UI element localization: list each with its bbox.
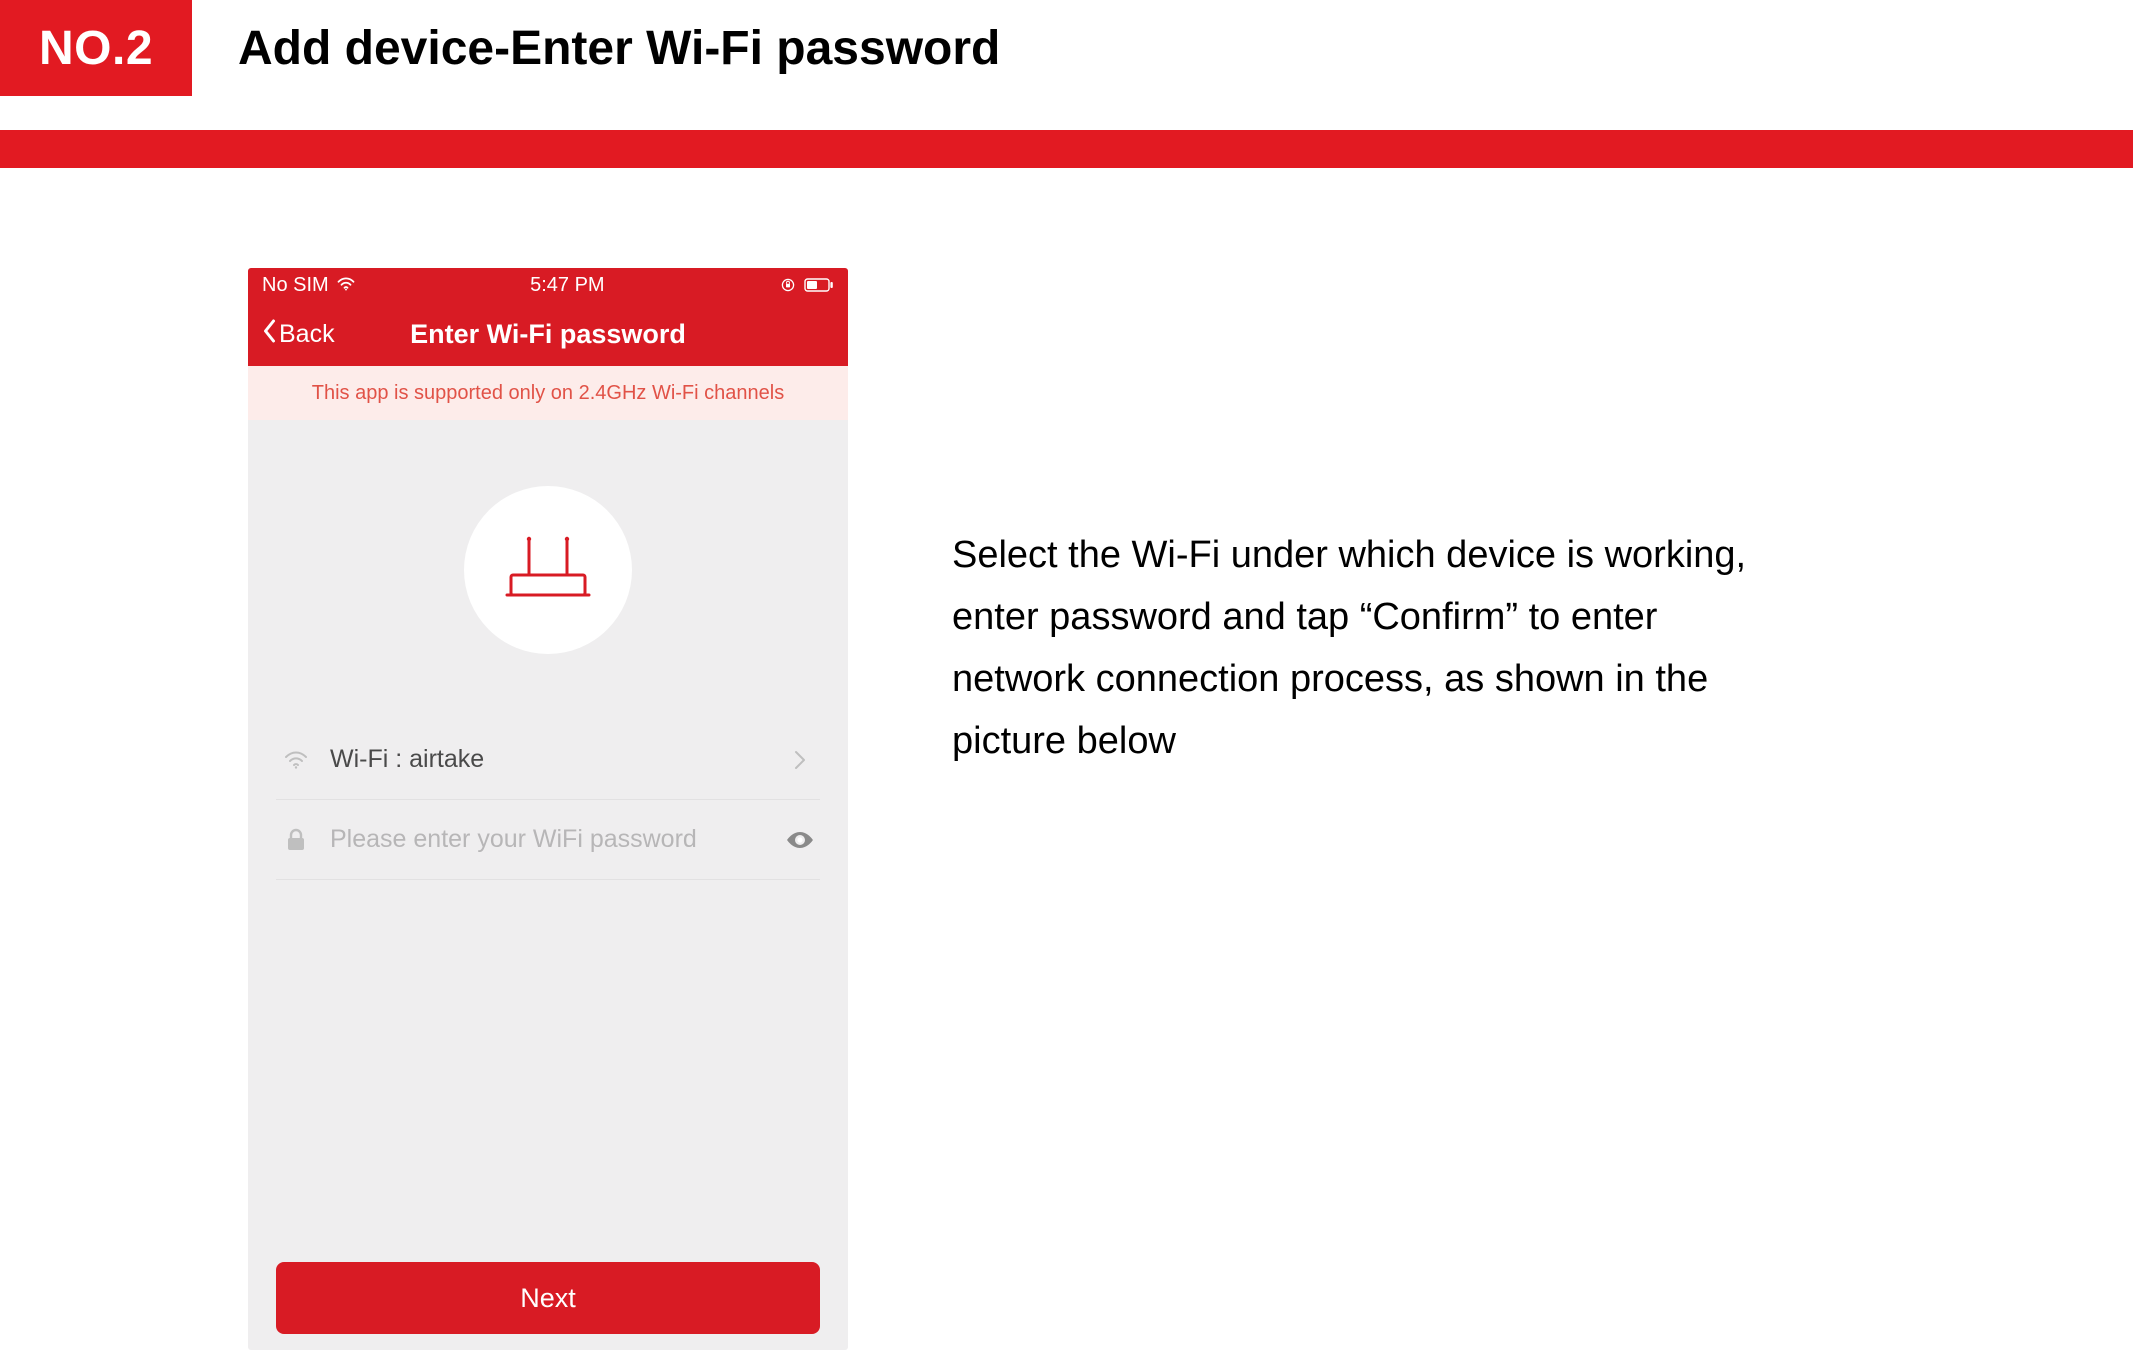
battery-icon xyxy=(804,278,834,292)
phone-nav-bar: Back Enter Wi-Fi password xyxy=(248,302,848,366)
step-title: Add device-Enter Wi-Fi password xyxy=(192,0,2133,96)
wifi-icon xyxy=(337,274,355,297)
router-illustration xyxy=(248,420,848,720)
page-header: NO.2 Add device-Enter Wi-Fi password xyxy=(0,0,2133,96)
orientation-lock-icon xyxy=(780,277,796,293)
wifi-icon xyxy=(276,751,316,769)
back-label: Back xyxy=(279,320,335,349)
step-badge: NO.2 xyxy=(0,0,192,96)
phone-screenshot: No SIM 5:47 PM xyxy=(248,268,848,1350)
router-icon xyxy=(505,533,591,608)
eye-icon[interactable] xyxy=(780,832,820,848)
clock-label: 5:47 PM xyxy=(530,274,604,297)
nav-title: Enter Wi-Fi password xyxy=(410,319,686,350)
router-circle xyxy=(464,486,632,654)
accent-bar xyxy=(0,130,2133,168)
wifi-channel-banner: This app is supported only on 2.4GHz Wi-… xyxy=(248,366,848,420)
lock-icon xyxy=(276,828,316,852)
carrier-label: No SIM xyxy=(262,274,329,297)
wifi-password-row xyxy=(276,800,820,880)
back-button[interactable]: Back xyxy=(262,302,335,366)
wifi-select-row[interactable]: Wi-Fi : airtake xyxy=(276,720,820,800)
chevron-left-icon xyxy=(262,319,277,350)
phone-spacer xyxy=(248,880,848,1262)
wifi-name-label: Wi-Fi : airtake xyxy=(316,745,780,774)
instruction-text: Select the Wi-Fi under which device is w… xyxy=(952,524,1772,772)
phone-status-bar: No SIM 5:47 PM xyxy=(248,268,848,302)
next-button[interactable]: Next xyxy=(276,1262,820,1334)
wifi-password-input[interactable] xyxy=(330,825,780,854)
chevron-right-icon xyxy=(780,750,820,770)
